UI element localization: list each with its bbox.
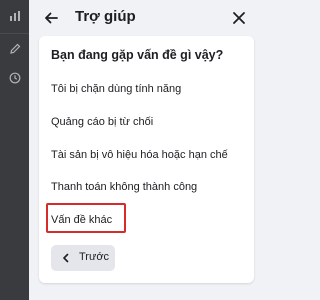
option-blocked-feature[interactable]: Tôi bị chặn dùng tính năng bbox=[51, 83, 181, 95]
chevron-left-icon bbox=[63, 253, 69, 263]
pencil-icon[interactable] bbox=[9, 43, 21, 55]
clock-icon[interactable] bbox=[9, 72, 21, 84]
option-asset-disabled[interactable]: Tài sản bị vô hiệu hóa hoặc hạn chế bbox=[51, 149, 228, 161]
option-payment-failed[interactable]: Thanh toán không thành công bbox=[51, 181, 197, 193]
previous-button-label: Trước bbox=[79, 251, 110, 263]
option-other-issue[interactable]: Vấn đề khác bbox=[51, 214, 112, 226]
left-rail bbox=[0, 0, 29, 300]
question-heading: Bạn đang gặp vấn đề gì vậy? bbox=[51, 48, 224, 62]
help-panel: Trợ giúp Bạn đang gặp vấn đề gì vậy? Tôi… bbox=[29, 0, 261, 300]
panel-title: Trợ giúp bbox=[75, 8, 136, 25]
close-icon[interactable] bbox=[232, 11, 246, 25]
previous-button[interactable]: Trước bbox=[51, 245, 115, 271]
rail-divider bbox=[0, 33, 29, 34]
option-ad-rejected[interactable]: Quảng cáo bị từ chối bbox=[51, 116, 153, 128]
panel-header: Trợ giúp bbox=[29, 0, 261, 36]
arrow-left-icon[interactable] bbox=[43, 10, 59, 26]
issue-card: Bạn đang gặp vấn đề gì vậy? Tôi bị chặn … bbox=[39, 36, 254, 283]
bar-chart-icon[interactable] bbox=[9, 10, 21, 22]
